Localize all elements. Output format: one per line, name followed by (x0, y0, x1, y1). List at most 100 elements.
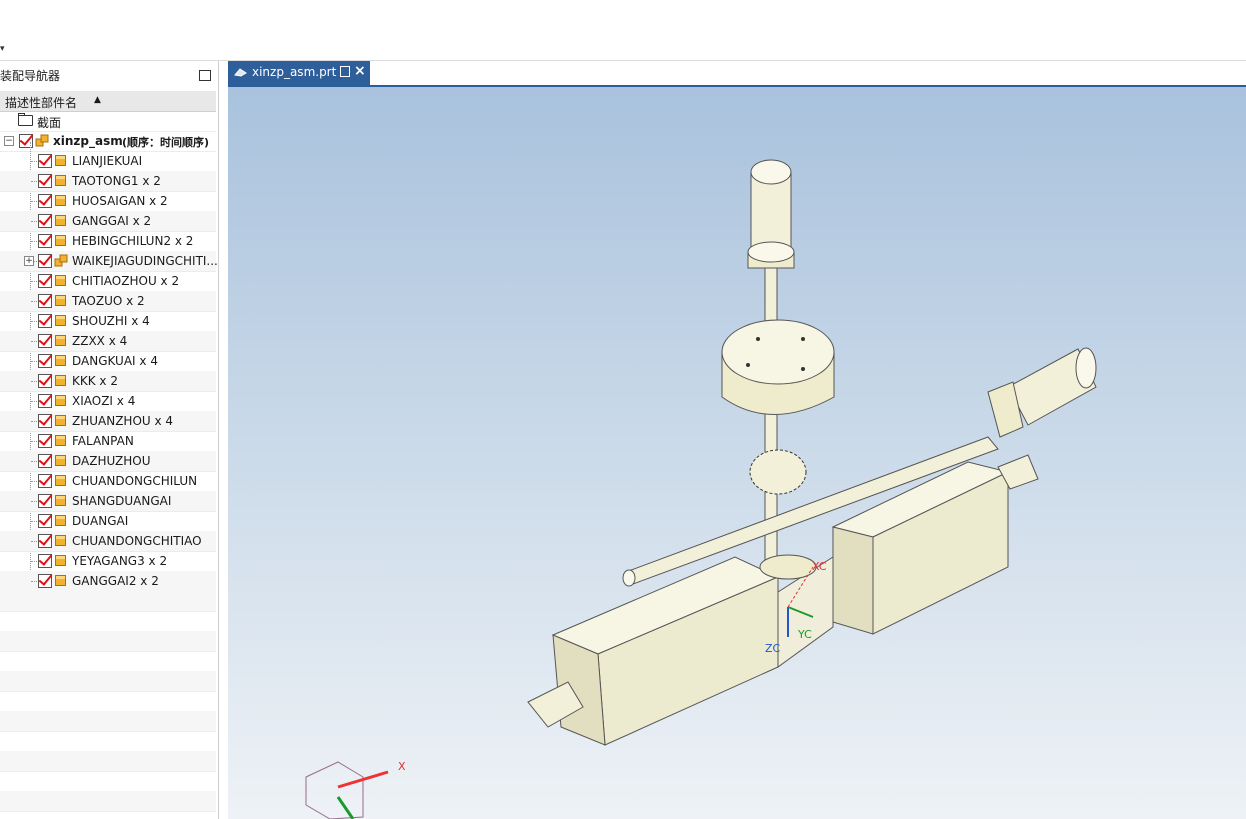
empty-row (0, 751, 216, 772)
visibility-checkbox[interactable] (38, 414, 52, 428)
component-row[interactable]: HUOSAIGAN x 2 (0, 191, 216, 212)
component-row[interactable]: ZZXX x 4 (0, 331, 216, 352)
component-row[interactable]: DUANGAI (0, 511, 216, 532)
flange-hole (756, 337, 760, 341)
yc-label: YC (797, 628, 812, 641)
flange-hole (746, 363, 750, 367)
visibility-checkbox[interactable] (38, 534, 52, 548)
sections-node[interactable]: 截面 (0, 111, 216, 132)
undock-icon[interactable] (340, 66, 350, 77)
component-row[interactable]: GANGGAI2 x 2 (0, 571, 216, 592)
component-row[interactable]: TAOZUO x 2 (0, 291, 216, 312)
component-row[interactable]: DAZHUZHOU (0, 451, 216, 472)
visibility-checkbox[interactable] (38, 574, 52, 588)
component-row[interactable]: ZHUANZHOU x 4 (0, 411, 216, 432)
column-header-label: 描述性部件名 (5, 96, 78, 110)
component-label: GANGGAI2 x 2 (72, 574, 159, 588)
graphics-window[interactable]: XC YC ZC X (228, 87, 1246, 819)
part-icon (55, 195, 66, 206)
component-row[interactable]: CHUANDONGCHITIAO (0, 531, 216, 552)
component-row[interactable]: SHANGDUANGAI (0, 491, 216, 512)
visibility-checkbox[interactable] (38, 494, 52, 508)
visibility-checkbox[interactable] (38, 454, 52, 468)
component-row[interactable]: CHITIAOZHOU x 2 (0, 271, 216, 292)
maximize-icon[interactable] (199, 70, 211, 81)
component-row[interactable]: DANGKUAI x 4 (0, 351, 216, 372)
visibility-checkbox[interactable] (38, 154, 52, 168)
component-label: LIANJIEKUAI (72, 154, 143, 168)
component-row[interactable]: FALANPAN (0, 431, 216, 452)
document-tab-bar: xinzp_asm.prt × (228, 61, 1246, 87)
upper-cylinder-top (750, 159, 792, 185)
visibility-checkbox[interactable] (38, 214, 52, 228)
visibility-checkbox[interactable] (38, 514, 52, 528)
component-label: KKK x 2 (72, 374, 118, 388)
component-label: XIAOZI x 4 (72, 394, 136, 408)
visibility-checkbox[interactable] (38, 354, 52, 368)
visibility-checkbox[interactable] (38, 434, 52, 448)
empty-row (0, 771, 216, 792)
visibility-checkbox[interactable] (38, 234, 52, 248)
component-label: CHITIAOZHOU x 2 (72, 274, 180, 288)
view-triad-cube (305, 761, 364, 819)
root-order-label: (顺序：时间顺序) (122, 136, 210, 149)
visibility-checkbox[interactable] (38, 314, 52, 328)
part-icon (55, 555, 66, 566)
visibility-checkbox[interactable] (38, 254, 52, 268)
component-row[interactable]: + WAIKEJIAGUDINGCHITI... (0, 251, 218, 272)
visibility-checkbox[interactable] (38, 334, 52, 348)
sort-ascending-icon[interactable]: ▲ (94, 95, 101, 105)
component-row[interactable]: CHUANDONGCHILUN (0, 471, 216, 492)
component-row[interactable]: KKK x 2 (0, 371, 216, 392)
empty-row (0, 671, 216, 692)
part-icon (55, 335, 66, 346)
component-row[interactable]: HEBINGCHILUN2 x 2 (0, 231, 216, 252)
empty-row (0, 611, 216, 632)
flange-disk (721, 319, 835, 385)
visibility-checkbox[interactable] (38, 194, 52, 208)
part-icon (55, 395, 66, 406)
component-row[interactable]: XIAOZI x 4 (0, 391, 216, 412)
quick-access-dropdown-icon[interactable]: ▾ (0, 44, 5, 54)
empty-row (0, 711, 216, 732)
rack-rod-end (622, 569, 636, 587)
component-row[interactable]: SHOUZHI x 4 (0, 311, 216, 332)
upper-collar-top (747, 241, 795, 263)
assembly-icon (35, 134, 49, 147)
component-label: SHOUZHI x 4 (72, 314, 150, 328)
visibility-checkbox[interactable] (38, 554, 52, 568)
part-icon (55, 475, 66, 486)
part-icon (55, 275, 66, 286)
component-label: DUANGAI (72, 514, 129, 528)
visibility-checkbox[interactable] (38, 394, 52, 408)
collapse-icon[interactable]: − (4, 136, 14, 146)
component-row[interactable]: TAOTONG1 x 2 (0, 171, 216, 192)
part-icon (55, 295, 66, 306)
component-label: FALANPAN (72, 434, 134, 448)
flange-hole (801, 367, 805, 371)
visibility-checkbox[interactable] (38, 274, 52, 288)
root-assembly-node[interactable]: − xinzp_asm (顺序：时间顺序) (0, 131, 216, 152)
part-icon (55, 215, 66, 226)
component-label: GANGGAI x 2 (72, 214, 152, 228)
ribbon-area: ▾ (0, 0, 1246, 61)
root-assembly-name: xinzp_asm (53, 134, 123, 148)
component-label: CHUANDONGCHITIAO (72, 534, 202, 548)
expand-icon[interactable]: + (24, 256, 34, 266)
part-icon (55, 435, 66, 446)
visibility-checkbox[interactable] (38, 174, 52, 188)
component-label: SHANGDUANGAI (72, 494, 172, 508)
column-header-part-name[interactable]: 描述性部件名 ▲ (0, 91, 216, 112)
tab-xinzp-asm[interactable]: xinzp_asm.prt × (228, 61, 370, 85)
component-row[interactable]: LIANJIEKUAI (0, 151, 216, 172)
component-row[interactable]: GANGGAI x 2 (0, 211, 216, 232)
close-icon[interactable]: × (354, 63, 366, 79)
part-icon (55, 175, 66, 186)
visibility-checkbox[interactable] (38, 294, 52, 308)
component-row[interactable]: YEYAGANG3 x 2 (0, 551, 216, 572)
part-icon (55, 535, 66, 546)
empty-row (0, 731, 216, 752)
sections-label: 截面 (37, 116, 62, 130)
visibility-checkbox[interactable] (38, 374, 52, 388)
visibility-checkbox[interactable] (38, 474, 52, 488)
